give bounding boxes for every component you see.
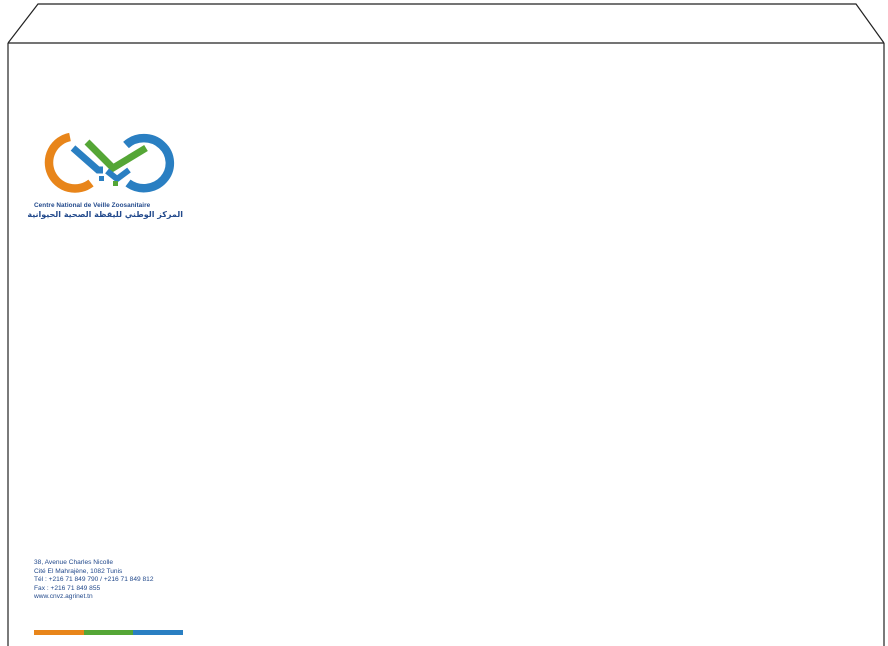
organization-name-ar: المركز الوطني لليقظة الصحية الحيوانية — [27, 210, 183, 219]
brand-bar-green — [83, 630, 134, 635]
infinity-logo-icon — [44, 132, 175, 193]
address-website: www.cnvz.agrinet.tn — [34, 593, 93, 601]
logo-blue-arc — [123, 133, 175, 193]
address-fax: Fax : +216 71 849 855 — [34, 584, 101, 592]
logo-dot — [113, 181, 118, 186]
brand-color-bar — [34, 630, 184, 635]
logo-dot — [99, 176, 104, 181]
address-phone: Tél : +216 71 849 790 / +216 71 849 812 — [34, 576, 154, 584]
envelope-outline — [7, 3, 885, 646]
brand-bar-orange — [34, 630, 84, 635]
envelope-flap-line — [7, 3, 885, 44]
brand-bar-blue — [133, 630, 184, 635]
address-street: 38, Avenue Charles Nicolle — [34, 559, 114, 566]
letterhead-logo-block: Centre National de Veille Zoosanitaire ا… — [27, 128, 193, 219]
address-city: Cité El Mahrajène, 1082 Tunis — [34, 567, 123, 575]
logo-blue-link — [105, 167, 131, 183]
contact-address-block: 38, Avenue Charles Nicolle Cité El Mahra… — [34, 559, 154, 602]
organization-name-fr: Centre National de Veille Zoosanitaire — [34, 202, 151, 209]
